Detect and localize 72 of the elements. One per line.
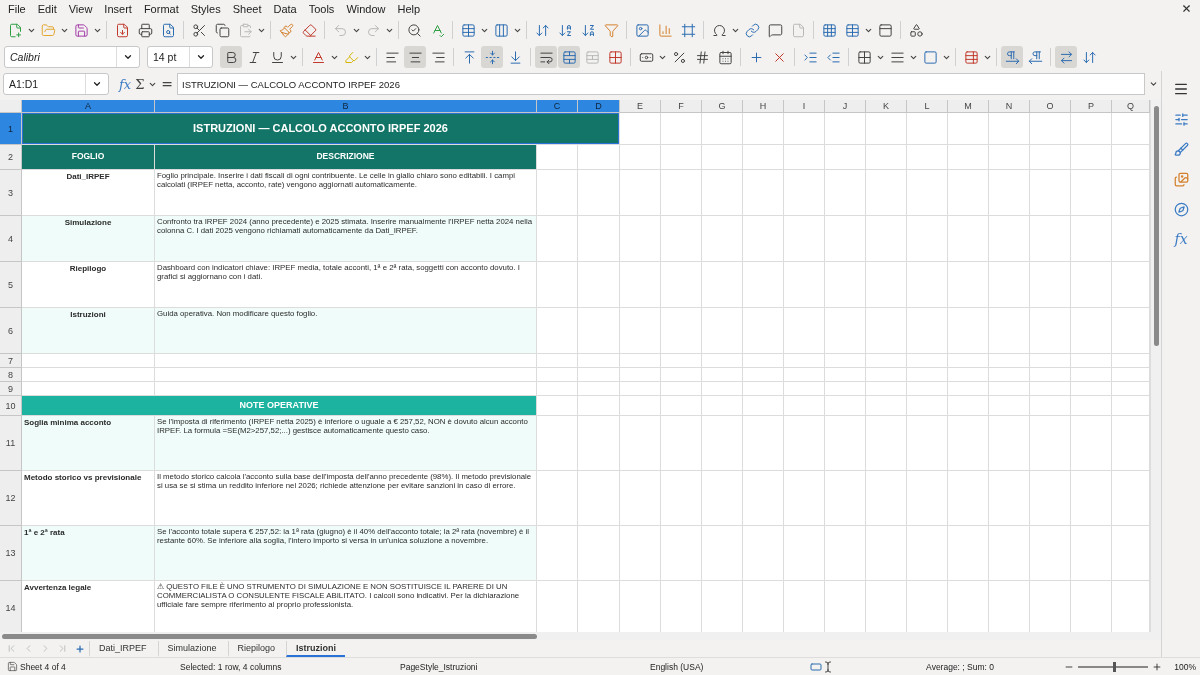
column-heading: FOGLIO [22, 145, 155, 170]
row-header[interactable]: 14 [0, 581, 22, 632]
sheet-tab[interactable]: Dati_IRPEF [89, 640, 156, 657]
column-header[interactable]: P [1071, 100, 1112, 113]
column-header[interactable]: M [948, 100, 989, 113]
table-cell: 1ª e 2ª rata [22, 526, 155, 581]
sheet-title: ISTRUZIONI — CALCOLO ACCONTO IRPEF 2026 [22, 113, 620, 145]
table-cell: Metodo storico vs previsionale [22, 471, 155, 526]
menu-item[interactable]: Window [340, 2, 392, 15]
column-header[interactable]: N [989, 100, 1030, 113]
column-header[interactable]: J [825, 100, 866, 113]
name-box[interactable]: A1:D1 [3, 73, 109, 95]
page-style: PageStyle_Istruzioni [400, 661, 479, 672]
column-header[interactable]: D [578, 100, 620, 113]
language-indicator: English (USA) [650, 661, 705, 672]
table-cell: Riepilogo [22, 262, 155, 308]
selection-info: Selected: 1 row, 4 columns [180, 661, 283, 672]
function-wizard-button[interactable]: fx [119, 76, 132, 92]
table-cell: Dati_IRPEF [22, 170, 155, 216]
column-header[interactable]: L [907, 100, 948, 113]
menu-item[interactable]: View [62, 2, 99, 15]
column-header[interactable]: B [155, 100, 537, 113]
column-header[interactable]: K [866, 100, 907, 113]
menu-item[interactable]: Sheet [226, 2, 268, 15]
menu-item[interactable]: Edit [31, 2, 63, 15]
menu-item[interactable]: Help [391, 2, 427, 15]
sheet-tab[interactable]: Riepilogo [227, 640, 285, 657]
column-header[interactable]: F [661, 100, 702, 113]
zoom-level: 100% [1173, 661, 1196, 672]
table-cell: Soglia minima acconto [22, 416, 155, 471]
menu-item[interactable]: Styles [184, 2, 227, 15]
row-header[interactable]: 7 [0, 354, 22, 368]
menu-item[interactable]: Insert [98, 2, 138, 15]
table-cell: Istruzioni [22, 308, 155, 354]
row-header[interactable]: 6 [0, 308, 22, 354]
menu-item[interactable]: Format [137, 2, 185, 15]
row-header[interactable]: 2 [0, 145, 22, 170]
section-heading: NOTE OPERATIVE [22, 396, 537, 416]
menu-item[interactable]: File [2, 2, 32, 15]
row-header[interactable]: 9 [0, 382, 22, 396]
column-header[interactable]: Q [1112, 100, 1150, 113]
column-header[interactable]: I [784, 100, 825, 113]
column-header[interactable]: O [1030, 100, 1071, 113]
sheet-tab[interactable]: Simulazione [157, 640, 226, 657]
font-size-field[interactable]: 14 pt [147, 46, 213, 68]
formula-input[interactable]: ISTRUZIONI — CALCOLO ACCONTO IRPEF 2026 [177, 73, 1146, 95]
row-header[interactable]: 4 [0, 216, 22, 262]
formula-button[interactable]: = [161, 76, 174, 92]
row-header[interactable]: 3 [0, 170, 22, 216]
row-header[interactable]: 5 [0, 262, 22, 308]
sum-button[interactable]: Σ [135, 76, 145, 92]
column-header[interactable]: H [743, 100, 784, 113]
column-heading: DESCRIZIONE [155, 145, 537, 170]
menu-item[interactable]: Data [267, 2, 303, 15]
table-cell: Simulazione [22, 216, 155, 262]
row-header[interactable]: 1 [0, 113, 22, 145]
column-header[interactable]: E [620, 100, 661, 113]
menu-item[interactable]: Tools [302, 2, 341, 15]
sum-indicator: Average: ; Sum: 0 [925, 661, 994, 672]
row-header[interactable]: 8 [0, 368, 22, 382]
table-cell: Avvertenza legale [22, 581, 155, 632]
functions-button[interactable]: fx [1170, 229, 1192, 249]
sheet-tab[interactable]: Istruzioni [286, 640, 346, 657]
row-header[interactable]: 10 [0, 396, 22, 416]
row-header[interactable]: 11 [0, 416, 22, 471]
column-header[interactable]: G [702, 100, 743, 113]
row-header[interactable]: 13 [0, 526, 22, 581]
column-header[interactable]: A [22, 100, 155, 113]
sheet-indicator: Sheet 4 of 4 [20, 661, 67, 672]
column-header[interactable]: C [537, 100, 578, 113]
row-header[interactable]: 12 [0, 471, 22, 526]
font-name-field[interactable]: Calibri [4, 46, 140, 68]
